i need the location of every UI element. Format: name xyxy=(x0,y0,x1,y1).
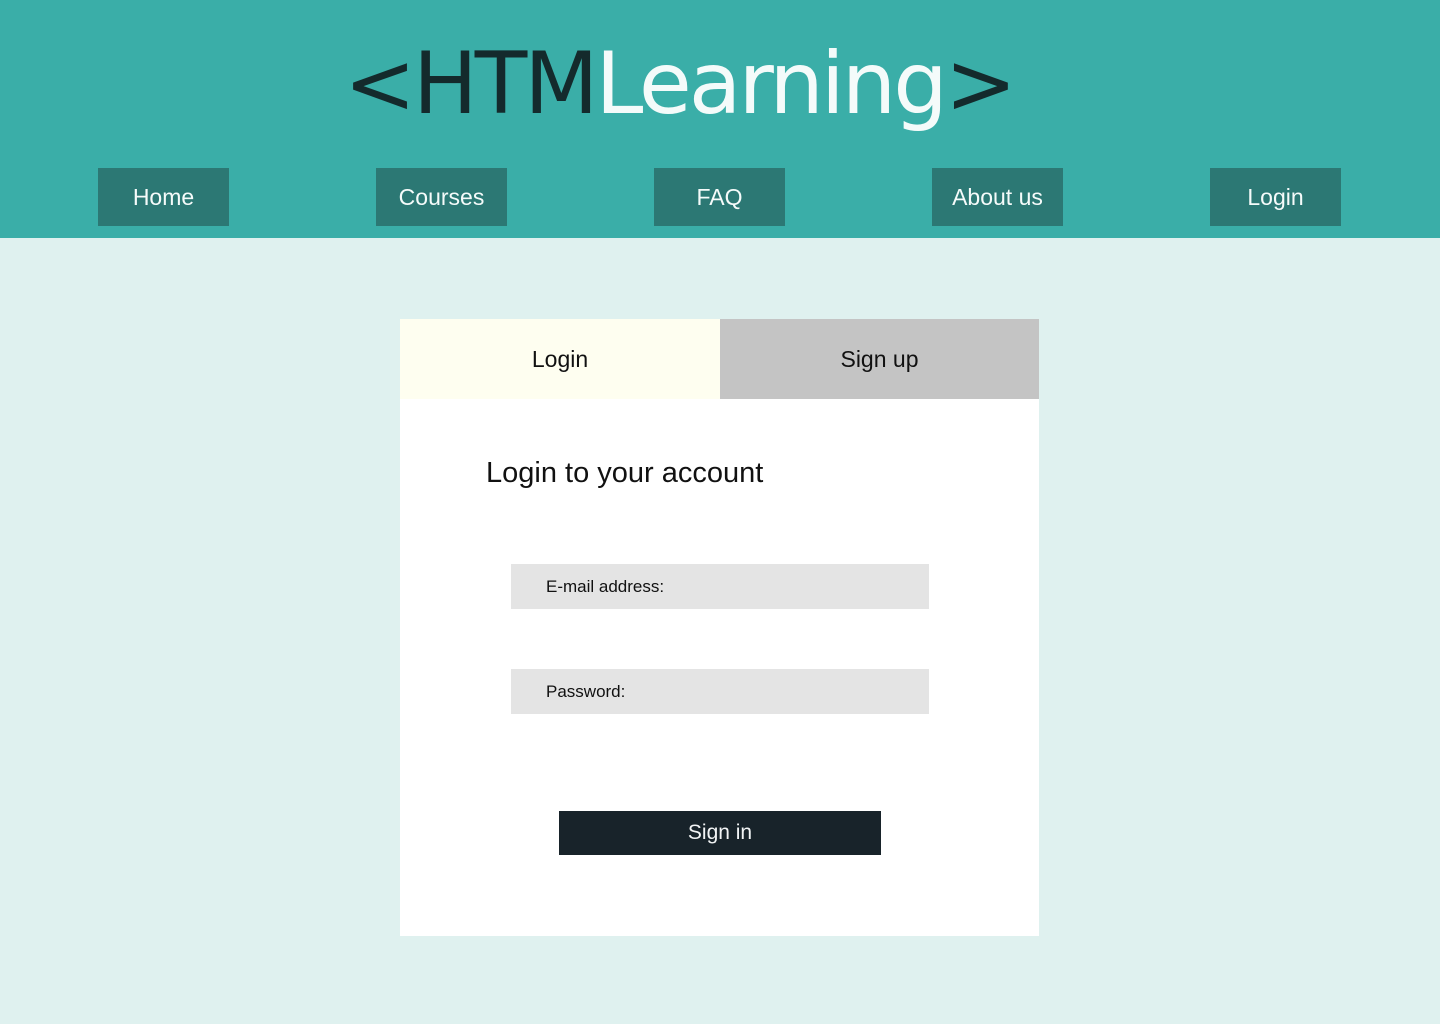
nav-home-button[interactable]: Home xyxy=(98,168,229,226)
logo-text-light: Learning xyxy=(595,34,947,134)
nav-faq-button[interactable]: FAQ xyxy=(654,168,785,226)
site-logo[interactable]: <HTMLearning> xyxy=(344,28,1017,140)
tab-login[interactable]: Login xyxy=(400,319,720,399)
nav-courses-button[interactable]: Courses xyxy=(376,168,507,226)
tab-signup[interactable]: Sign up xyxy=(720,319,1039,399)
email-field[interactable] xyxy=(511,564,929,609)
password-field[interactable] xyxy=(511,669,929,714)
site-header: <HTMLearning> Home Courses FAQ About us … xyxy=(0,0,1440,238)
logo-text-dark-left: <HTM xyxy=(344,34,598,134)
auth-card: Login Sign up Login to your account Sign… xyxy=(400,319,1039,936)
form-title: Login to your account xyxy=(486,457,764,489)
nav-about-button[interactable]: About us xyxy=(932,168,1063,226)
nav-login-button[interactable]: Login xyxy=(1210,168,1341,226)
sign-in-button[interactable]: Sign in xyxy=(559,811,881,855)
logo-text-dark-right: > xyxy=(944,34,1017,134)
